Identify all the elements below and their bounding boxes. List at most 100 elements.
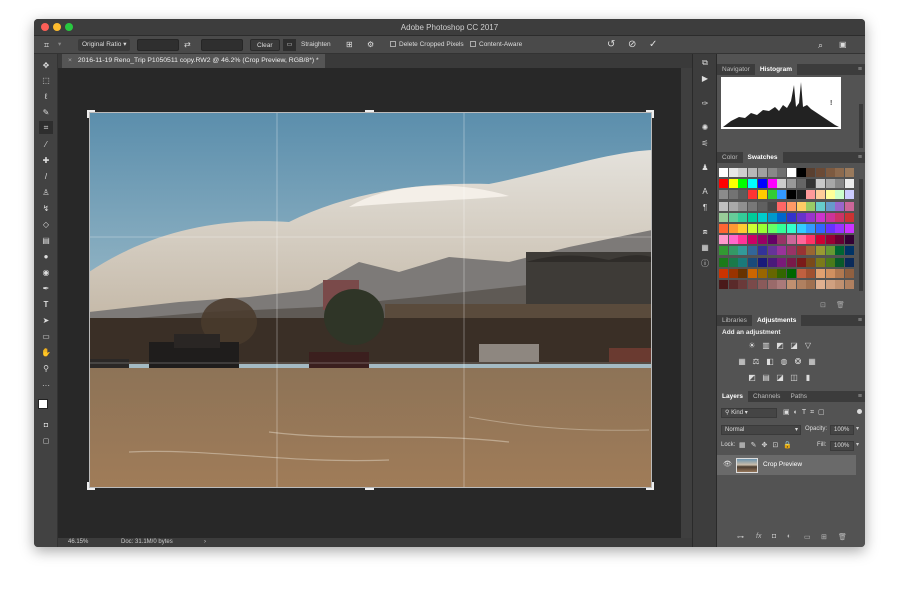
healing-brush-icon[interactable]: ✚ xyxy=(39,154,53,167)
swatch[interactable] xyxy=(806,201,816,211)
swatch[interactable] xyxy=(825,179,835,189)
photo-filter-icon[interactable]: ◍ xyxy=(779,357,789,366)
swatch[interactable] xyxy=(835,212,845,222)
tab-channels[interactable]: Channels xyxy=(748,391,785,402)
swatch[interactable] xyxy=(767,179,777,189)
close-tab-icon[interactable]: × xyxy=(68,57,72,64)
swatch[interactable] xyxy=(738,257,748,267)
fill-dropdown-icon[interactable]: ▾ xyxy=(856,441,859,448)
foreground-color-swatch[interactable] xyxy=(38,399,48,409)
swatch[interactable] xyxy=(835,224,845,233)
swatch[interactable] xyxy=(728,280,738,289)
crop-handle-top[interactable] xyxy=(365,110,374,112)
swatch[interactable] xyxy=(748,257,758,267)
swatch[interactable] xyxy=(757,201,767,211)
swatch[interactable] xyxy=(825,190,835,200)
more-tools-icon[interactable]: ··· xyxy=(39,379,53,392)
trash-icon[interactable]: 🗑 xyxy=(836,301,845,309)
swatch[interactable] xyxy=(748,201,758,211)
tab-color[interactable]: Color xyxy=(717,152,743,163)
gear-icon[interactable]: ⚙ xyxy=(367,39,374,51)
swatch[interactable] xyxy=(767,268,777,278)
swatch[interactable] xyxy=(748,224,758,233)
swatch[interactable] xyxy=(767,257,777,267)
swatch[interactable] xyxy=(777,235,787,245)
swatch[interactable] xyxy=(738,246,748,256)
swatch[interactable] xyxy=(719,246,728,256)
swatch[interactable] xyxy=(796,201,806,211)
swatch[interactable] xyxy=(777,179,787,189)
eyedropper-tool-icon[interactable]: ⁄ xyxy=(39,138,53,151)
swatch[interactable] xyxy=(728,246,738,256)
swatch[interactable] xyxy=(738,224,748,233)
swatch[interactable] xyxy=(816,212,825,222)
gradient-tool-icon[interactable]: ▤ xyxy=(39,234,53,247)
hue-saturation-icon[interactable]: ▦ xyxy=(737,357,747,366)
brightness-contrast-icon[interactable]: ☀ xyxy=(747,341,757,350)
lock-icons[interactable]: ▦✎✥⊡🔒 xyxy=(739,441,797,449)
opacity-field[interactable]: 100% xyxy=(830,425,854,435)
workspace-icon[interactable]: ▣ xyxy=(839,39,847,51)
type-tool-icon[interactable]: T xyxy=(39,298,53,311)
color-balance-icon[interactable]: ⚖ xyxy=(751,357,761,366)
brush-tool-icon[interactable]: / xyxy=(39,170,53,183)
swatch[interactable] xyxy=(835,235,845,245)
swatch[interactable] xyxy=(748,246,758,256)
tab-libraries[interactable]: Libraries xyxy=(717,315,752,326)
levels-icon[interactable]: ▥ xyxy=(761,341,771,350)
swatch[interactable] xyxy=(806,235,816,245)
width-field[interactable] xyxy=(137,39,179,51)
swatch[interactable] xyxy=(719,235,728,245)
tool-presets-icon[interactable]: ⚟ xyxy=(698,138,712,150)
swatch[interactable] xyxy=(786,235,796,245)
swatch[interactable] xyxy=(748,168,758,177)
swatch[interactable] xyxy=(748,190,758,200)
swatch[interactable] xyxy=(738,280,748,289)
swatch[interactable] xyxy=(845,201,855,211)
swatch[interactable] xyxy=(816,268,825,278)
content-aware-checkbox[interactable]: Content-Aware xyxy=(470,39,522,51)
swatch[interactable] xyxy=(719,190,728,200)
delete-layer-icon[interactable]: 🗑 xyxy=(838,533,847,541)
blend-mode-select[interactable]: Normal ▾ xyxy=(721,425,801,435)
pen-tool-icon[interactable]: ✒ xyxy=(39,282,53,295)
swatch[interactable] xyxy=(728,190,738,200)
crop-frame[interactable] xyxy=(89,112,652,488)
swatch[interactable] xyxy=(757,179,767,189)
straighten-icon[interactable]: ▭ xyxy=(283,39,296,51)
swatch[interactable] xyxy=(825,246,835,256)
swatch[interactable] xyxy=(767,201,777,211)
layer-filter-kind-select[interactable]: ⚲ Kind ▾ xyxy=(721,408,777,418)
swatch[interactable] xyxy=(777,268,787,278)
swatch[interactable] xyxy=(757,246,767,256)
panel-menu-icon[interactable]: ≡ xyxy=(858,315,862,326)
invert-icon[interactable]: ◩ xyxy=(747,373,757,382)
swatch[interactable] xyxy=(845,224,855,233)
layer-style-icon[interactable]: fx xyxy=(756,533,761,540)
crop-handle-bottom-left[interactable] xyxy=(87,482,95,490)
swatch[interactable] xyxy=(816,246,825,256)
crop-tool-icon[interactable]: ⌗ xyxy=(44,39,49,51)
exposure-icon[interactable]: ◪ xyxy=(789,341,799,350)
character-panel-icon[interactable]: A xyxy=(698,186,712,198)
swatch[interactable] xyxy=(719,268,728,278)
swatch[interactable] xyxy=(796,168,806,177)
swatch[interactable] xyxy=(825,268,835,278)
brush-settings-icon[interactable]: ✑ xyxy=(698,98,712,110)
swatch[interactable] xyxy=(835,201,845,211)
swatch[interactable] xyxy=(845,179,855,189)
swatch[interactable] xyxy=(748,268,758,278)
swatch[interactable] xyxy=(777,280,787,289)
swatch[interactable] xyxy=(806,246,816,256)
actions-play-icon[interactable]: ▶ xyxy=(698,73,712,85)
swatch[interactable] xyxy=(786,179,796,189)
swatch[interactable] xyxy=(738,235,748,245)
document-tab[interactable]: × 2016-11-19 Reno_Trip P1050511 copy.RW2… xyxy=(62,54,325,68)
swatch[interactable] xyxy=(738,190,748,200)
swatch[interactable] xyxy=(796,212,806,222)
posterize-icon[interactable]: ▤ xyxy=(761,373,771,382)
swatch[interactable] xyxy=(845,168,855,177)
swatch[interactable] xyxy=(719,280,728,289)
swatch[interactable] xyxy=(796,179,806,189)
swatch[interactable] xyxy=(796,190,806,200)
